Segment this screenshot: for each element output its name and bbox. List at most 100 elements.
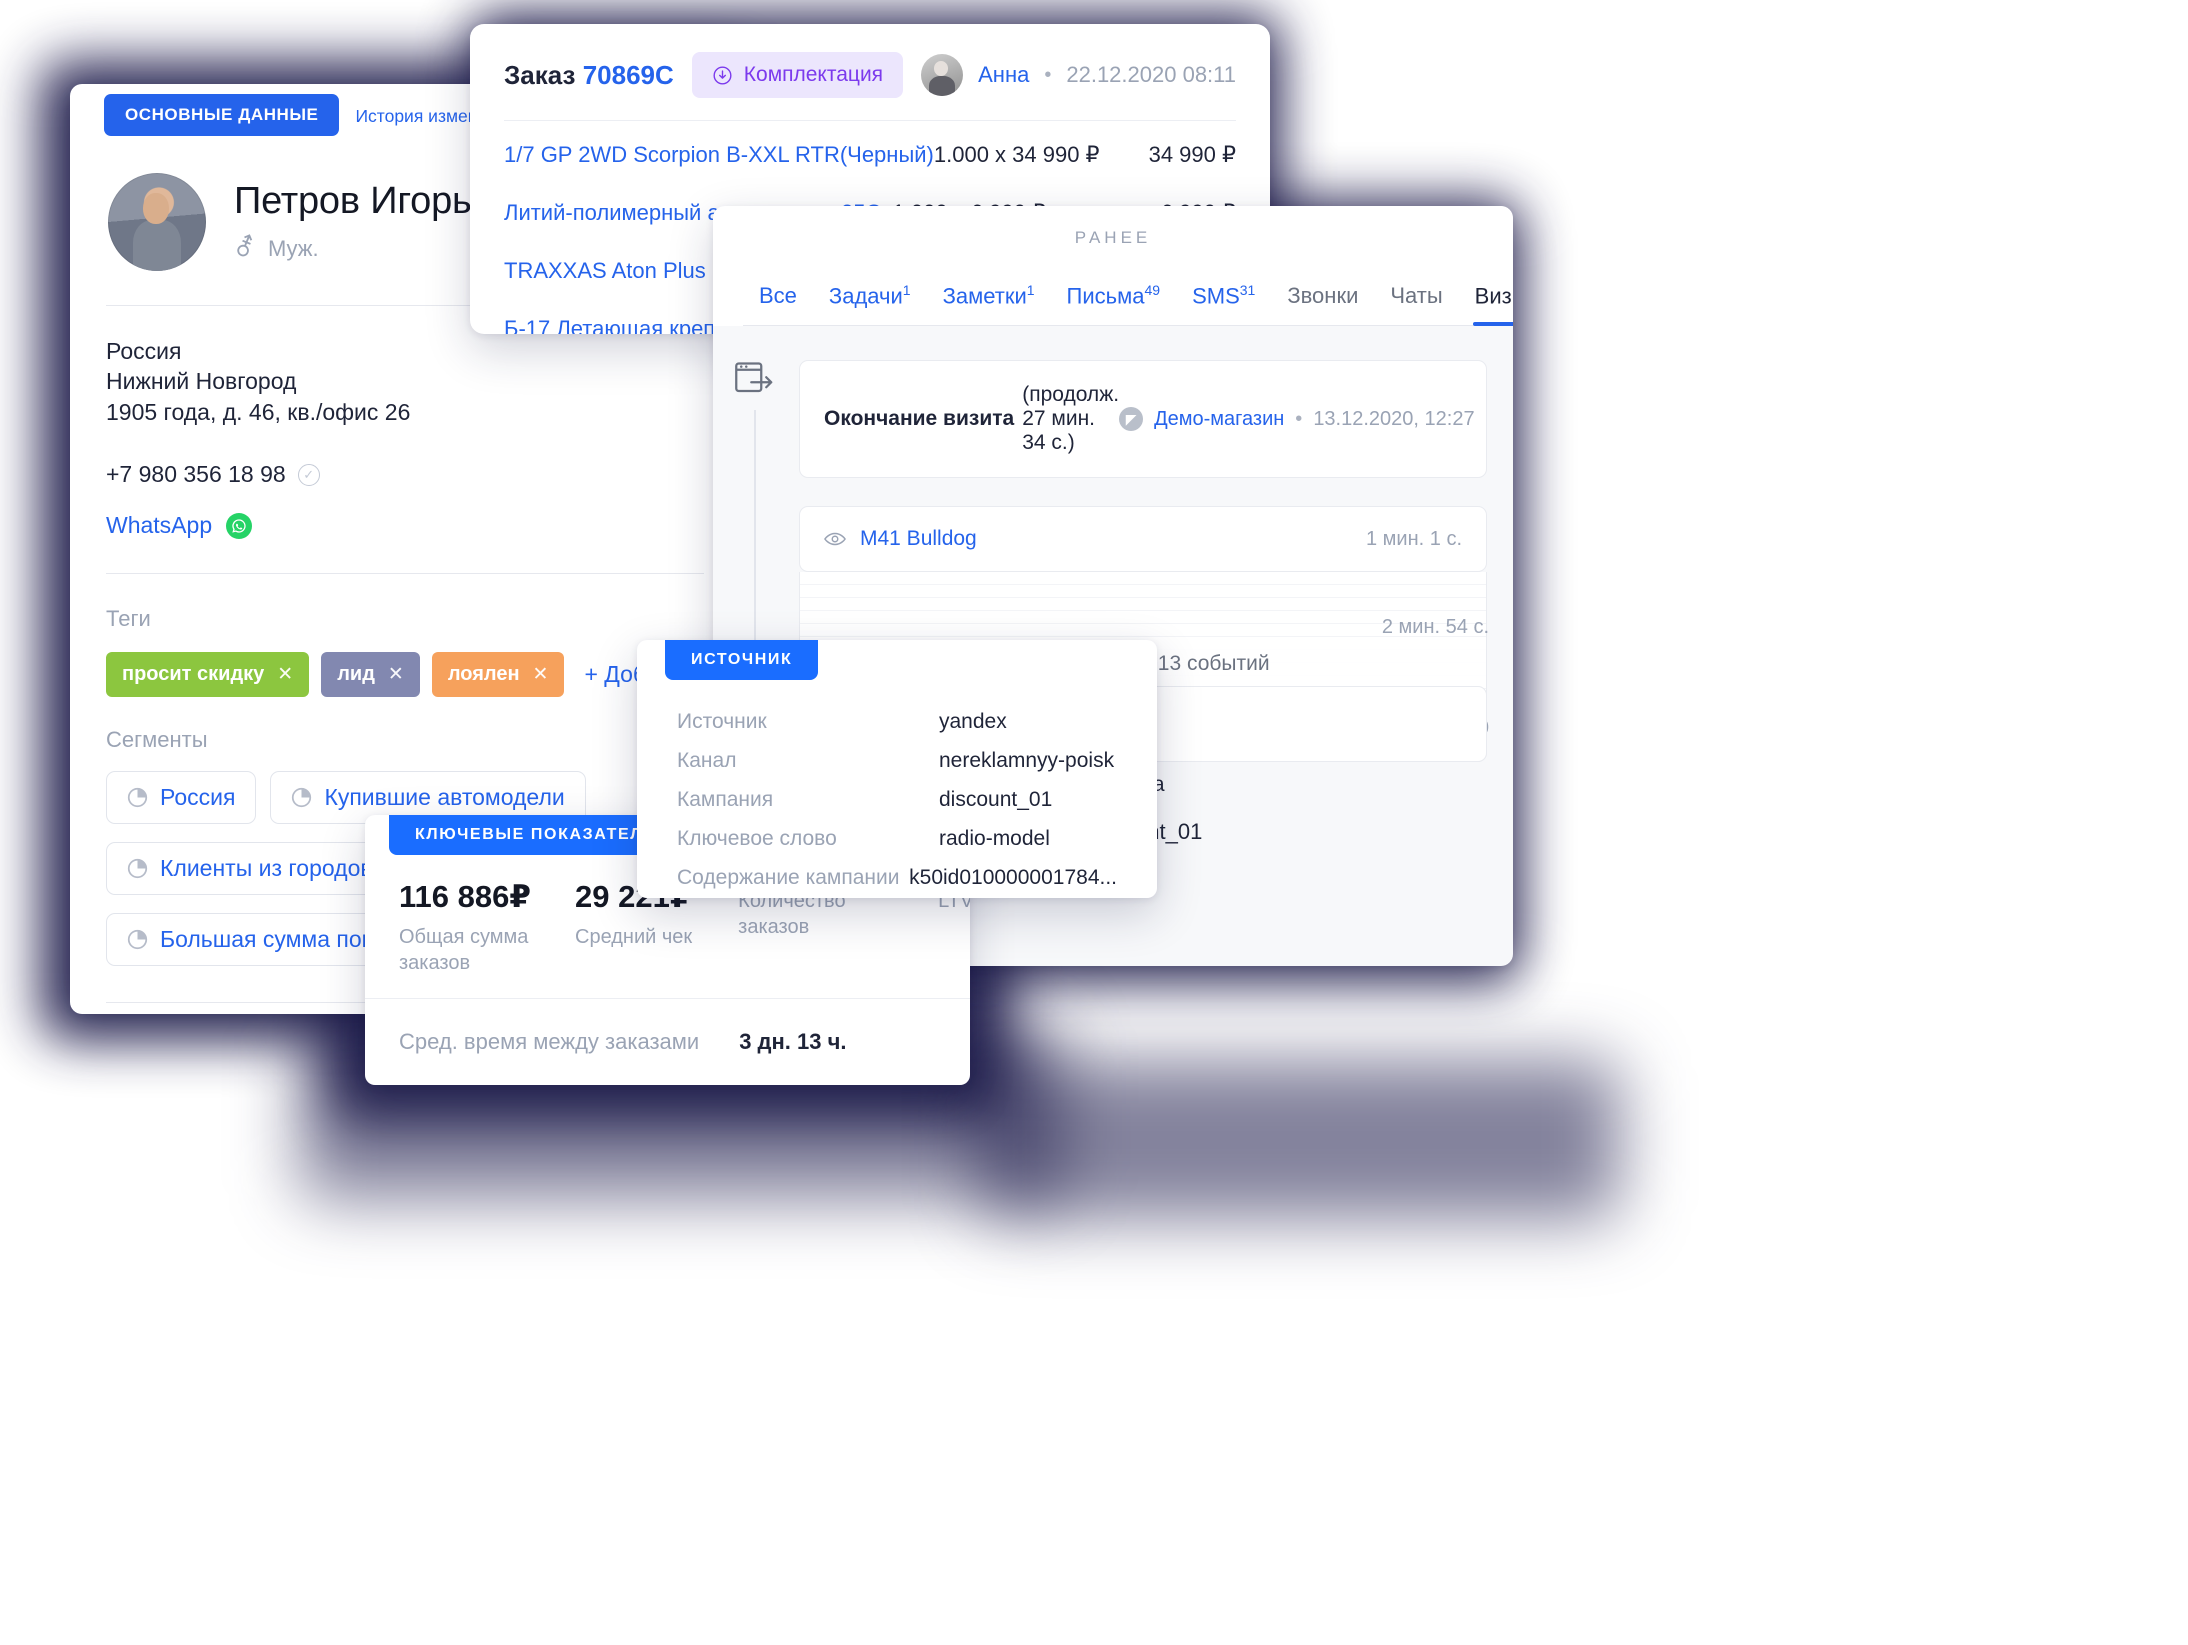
tab-label: Все	[759, 283, 797, 309]
tab-label: Задачи	[828, 283, 903, 309]
source-row: Источник yandex	[677, 702, 1117, 741]
activity-tabs: Все Задачи1 Заметки1 Письма49 SMS31 Звон…	[713, 248, 1513, 327]
tag-remove-icon[interactable]: ✕	[388, 663, 404, 686]
page-name[interactable]: M41 Bulldog	[860, 527, 977, 551]
source-key: Ключевое слово	[677, 826, 837, 850]
avatar	[108, 173, 206, 271]
gender-icon: ⚦	[234, 234, 255, 263]
tab-count: 1	[1026, 282, 1035, 298]
source-key: Кампания	[677, 787, 774, 811]
source-value: radio-model	[939, 826, 1050, 850]
source-row: Ключевое слово radio-model	[677, 819, 1117, 858]
separator-dot: •	[1295, 407, 1303, 430]
tab-count: 1	[902, 282, 911, 298]
divider	[504, 120, 1236, 121]
download-circle-icon	[713, 65, 732, 85]
kpi-metric: 116 886₽ Общая сумма заказов	[399, 879, 575, 976]
tab-calls[interactable]: Звонки	[1271, 283, 1374, 325]
order-title: Заказ 70869C	[504, 60, 674, 91]
packaging-badge-label: Комплектация	[743, 63, 884, 86]
source-value: discount_01	[939, 787, 1053, 811]
tag-remove-icon[interactable]: ✕	[277, 663, 293, 686]
tags-label: Теги	[106, 606, 151, 632]
avatar	[921, 54, 964, 96]
tags-row: просит скидку ✕ лид ✕ лоялен ✕ + Добавит…	[106, 652, 706, 698]
whatsapp-row[interactable]: WhatsApp	[106, 512, 704, 539]
order-item-name[interactable]: TRAXXAS Aton Plus	[504, 258, 706, 284]
tag-chip[interactable]: просит скидку ✕	[106, 652, 310, 698]
packaging-badge[interactable]: Комплектация	[691, 52, 904, 98]
tab-label: SMS	[1192, 283, 1240, 309]
earlier-caption: РАНЕЕ	[1074, 228, 1152, 247]
verified-check-icon: ✓	[297, 463, 320, 486]
order-title-prefix: Заказ	[504, 59, 576, 90]
tab-sms[interactable]: SMS31	[1176, 282, 1271, 325]
person-info: Петров Игорь ⚦ Муж.	[234, 180, 472, 262]
order-item-name[interactable]: 1/7 GP 2WD Scorpion B-XXL RTR(Черный)	[504, 142, 934, 168]
pie-chart-icon	[127, 787, 148, 808]
whatsapp-icon[interactable]	[226, 512, 253, 539]
tab-label: Заметки	[942, 283, 1027, 309]
source-value: k50id010000001784...	[909, 865, 1117, 889]
tag-label: лид	[337, 663, 375, 686]
pie-chart-icon	[127, 858, 148, 879]
tag-label: лоялен	[447, 663, 520, 686]
visit-page-row[interactable]: M41 Bulldog 1 мин. 1 с.	[799, 506, 1487, 573]
tab-chats[interactable]: Чаты	[1374, 283, 1458, 325]
order-line-item: 1/7 GP 2WD Scorpion B-XXL RTR(Черный) 1.…	[470, 131, 1270, 179]
tab-all[interactable]: Все	[743, 283, 813, 325]
tab-main-data[interactable]: ОСНОВНЫЕ ДАННЫЕ	[104, 94, 340, 136]
second-duration: 2 мин. 54 с.	[1381, 616, 1489, 639]
source-row: Кампания discount_01	[677, 780, 1117, 819]
order-meta: Анна • 22.12.2020 08:11	[921, 54, 1236, 96]
source-key: Канал	[677, 748, 737, 772]
whatsapp-link[interactable]: WhatsApp	[106, 512, 212, 539]
source-value: nereklamnyy-poisk	[939, 748, 1115, 772]
tab-visits[interactable]: Визиты7	[1459, 282, 1513, 327]
tag-remove-icon[interactable]: ✕	[533, 663, 549, 686]
pie-chart-icon	[127, 929, 148, 950]
tab-label: Письма	[1066, 283, 1145, 309]
address-country: Россия	[106, 338, 182, 364]
tab-notes[interactable]: Заметки1	[927, 282, 1051, 325]
tab-tasks[interactable]: Задачи1	[813, 282, 927, 325]
source-value: yandex	[939, 709, 1007, 733]
phone-number: +7 980 356 18 98	[106, 461, 286, 488]
separator-dot: •	[1044, 63, 1052, 86]
segment-label: Купившие автомодели	[324, 784, 565, 811]
tag-chip[interactable]: лоялен ✕	[431, 652, 565, 698]
tag-chip[interactable]: лид ✕	[321, 652, 420, 698]
segments-label: Сегменты	[106, 727, 208, 753]
order-number[interactable]: 70869C	[583, 60, 674, 90]
timeline-event[interactable]: Окончание визита (продолж. 27 мин. 34 с.…	[799, 360, 1487, 479]
tab-label: Звонки	[1287, 283, 1359, 309]
screenshot-stage: ОСНОВНЫЕ ДАННЫЕ История изменений Петров…	[0, 0, 2188, 1645]
shop-name[interactable]: Демо-магазин	[1154, 408, 1284, 431]
address-city: Нижний Новгород	[106, 368, 297, 395]
shadow-bottom-2	[980, 1060, 1620, 1220]
segment-chip[interactable]: Россия	[106, 771, 257, 825]
gender-row: ⚦ Муж.	[234, 236, 472, 262]
avg-time-value: 3 дн. 13 ч.	[739, 1029, 847, 1055]
source-row: Канал nereklamnyy-poisk	[677, 741, 1117, 780]
tab-count: 49	[1144, 282, 1161, 298]
order-item-sum: 34 990 ₽	[1148, 142, 1236, 167]
order-user[interactable]: Анна	[978, 62, 1029, 88]
page-title: Петров Игорь	[234, 180, 472, 223]
event-date: 13.12.2020, 12:27	[1313, 407, 1475, 430]
order-datetime: 22.12.2020 08:11	[1066, 62, 1236, 87]
event-title: Окончание визита	[824, 407, 1015, 431]
tag-label: просит скидку	[122, 663, 265, 686]
event-subtitle: (продолж. 27 мин. 34 с.)	[1022, 383, 1120, 455]
source-popup-tab: ИСТОЧНИК	[665, 640, 819, 680]
phone-row[interactable]: +7 980 356 18 98 ✓	[106, 461, 704, 488]
tab-letters[interactable]: Письма49	[1051, 282, 1177, 325]
event-meta: ◤ Демо-магазин • 13.12.2020, 12:27	[1119, 407, 1475, 432]
gender-label: Муж.	[267, 235, 319, 261]
visit-end-icon	[735, 362, 773, 393]
page-duration: 1 мин. 1 с.	[1366, 527, 1462, 550]
kpi-footer: Сред. время между заказами 3 дн. 13 ч.	[365, 999, 970, 1055]
segment-label: Россия	[160, 784, 236, 811]
tab-count: 31	[1239, 282, 1256, 298]
tab-label: Чаты	[1390, 283, 1443, 309]
